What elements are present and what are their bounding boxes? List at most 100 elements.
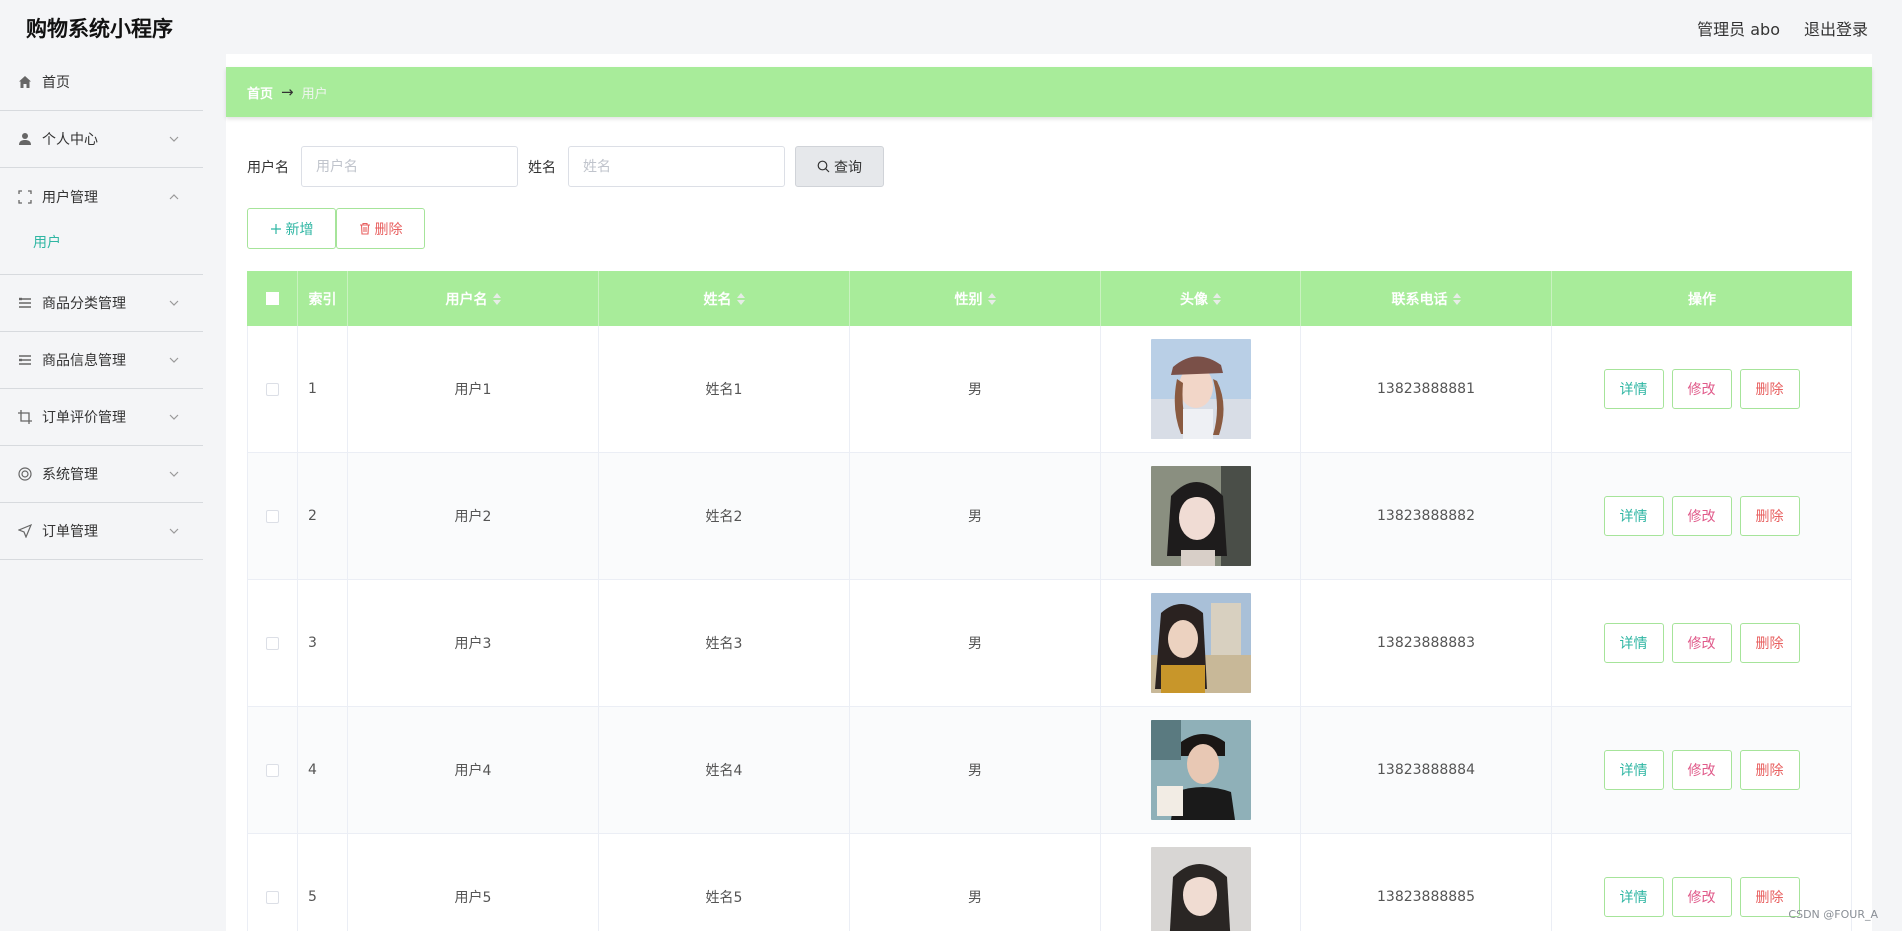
sort-icon[interactable] [492,292,501,305]
user-icon [17,131,33,147]
username-cell: 用户4 [348,707,599,833]
sidebar: 首页 个人中心 用户管理 用户 商品分类管理 商品信息管理 订单评价管理 系统管… [0,54,203,931]
sidebar-item-order-management[interactable]: 订单管理 [0,503,203,560]
breadcrumb-home-link[interactable]: 首页 [247,83,273,102]
row-checkbox[interactable] [266,636,279,650]
sidebar-item-product-management[interactable]: 商品信息管理 [0,332,203,389]
edit-button[interactable]: 修改 [1671,623,1732,663]
phone-cell: 13823888882 [1301,453,1552,579]
sidebar-item-label: 首页 [42,75,70,91]
sidebar-item-system-management[interactable]: 系统管理 [0,446,203,503]
sidebar-item-category-management[interactable]: 商品分类管理 [0,275,203,332]
delete-button[interactable]: 删除 [1739,496,1800,536]
column-header-avatar[interactable]: 头像 [1101,271,1301,326]
edit-button[interactable]: 修改 [1671,496,1732,536]
column-header-gender[interactable]: 性别 [850,271,1101,326]
row-select-cell [247,453,298,579]
detail-button[interactable]: 详情 [1603,623,1664,663]
sort-icon[interactable] [1213,292,1221,305]
avatar-cell [1101,834,1301,931]
sort-icon[interactable] [987,292,996,305]
row-checkbox[interactable] [266,763,279,777]
name-cell: 姓名1 [599,326,850,452]
sidebar-item-label: 商品分类管理 [42,296,126,312]
chevron-down-icon [169,136,179,142]
sidebar-item-label: 订单评价管理 [42,410,126,426]
detail-button[interactable]: 详情 [1603,877,1664,917]
query-button[interactable]: 查询 [795,146,884,187]
list-icon [17,295,33,311]
logout-link[interactable]: 退出登录 [1804,16,1868,40]
main-content: 首页 → 用户 用户名 姓名 查询 新增 删除 索引 用户名 姓名 性别 头像 [226,54,1872,931]
column-header-name[interactable]: 姓名 [599,271,850,326]
edit-button[interactable]: 修改 [1671,877,1732,917]
detail-button[interactable]: 详情 [1603,369,1664,409]
gender-cell: 男 [850,707,1101,833]
edit-button[interactable]: 修改 [1671,369,1732,409]
chevron-down-icon [169,300,179,306]
users-table: 索引 用户名 姓名 性别 头像 联系电话 操作 1 用户1 姓名1 男 1382… [247,271,1852,931]
row-select-cell [247,834,298,931]
delete-button-label: 删除 [374,221,403,238]
row-checkbox[interactable] [266,890,279,904]
detail-button[interactable]: 详情 [1603,496,1664,536]
breadcrumb: 首页 → 用户 [226,67,1872,117]
table-row: 1 用户1 姓名1 男 13823888881 详情 修改 删除 [247,326,1852,453]
column-header-label: 性别 [954,291,983,308]
delete-button[interactable]: 删除 [1739,369,1800,409]
username-cell: 用户5 [348,834,599,931]
index-cell: 3 [298,580,348,706]
column-header-username[interactable]: 用户名 [348,271,599,326]
avatar [1150,466,1251,566]
sidebar-item-label: 系统管理 [42,467,98,483]
name-search-input[interactable] [568,146,785,187]
sidebar-item-user-management[interactable]: 用户管理 [0,168,203,225]
sidebar-subitem-users[interactable]: 用户 [0,225,203,275]
sidebar-item-personal-center[interactable]: 个人中心 [0,111,203,168]
sort-icon[interactable] [1452,292,1461,305]
gender-cell: 男 [850,834,1101,931]
avatar-cell [1101,580,1301,706]
add-button-label: 新增 [285,221,314,238]
admin-user-label[interactable]: 管理员 abo [1697,16,1780,40]
table-row: 2 用户2 姓名2 男 13823888882 详情 修改 删除 [247,453,1852,580]
breadcrumb-separator: → [281,83,294,101]
column-header-label: 联系电话 [1391,291,1448,308]
username-search-input[interactable] [301,146,518,187]
phone-cell: 13823888885 [1301,834,1552,931]
table-header: 索引 用户名 姓名 性别 头像 联系电话 操作 [247,271,1852,326]
select-all-checkbox[interactable] [265,292,279,305]
actions-cell: 详情 修改 删除 [1552,707,1852,833]
column-header-phone[interactable]: 联系电话 [1301,271,1552,326]
delete-button[interactable]: 删除 [1739,750,1800,790]
name-cell: 姓名2 [599,453,850,579]
gender-cell: 男 [850,580,1101,706]
phone-cell: 13823888883 [1301,580,1552,706]
avatar [1150,720,1251,820]
name-cell: 姓名5 [599,834,850,931]
edit-button[interactable]: 修改 [1671,750,1732,790]
table-row: 4 用户4 姓名4 男 13823888884 详情 修改 删除 [247,707,1852,834]
row-select-cell [247,326,298,452]
table-row: 5 用户5 姓名5 男 13823888885 详情 修改 删除 [247,834,1852,931]
column-header-label: 操作 [1688,291,1716,308]
detail-button[interactable]: 详情 [1603,750,1664,790]
username-label: 用户名 [247,159,289,176]
sidebar-item-review-management[interactable]: 订单评价管理 [0,389,203,446]
crop-icon [17,409,33,425]
sort-icon[interactable] [736,292,745,305]
index-cell: 2 [298,453,348,579]
query-button-label: 查询 [834,159,862,176]
index-cell: 4 [298,707,348,833]
sidebar-item-label: 用户管理 [42,189,98,206]
avatar-cell [1101,707,1301,833]
action-toolbar: 新增 删除 [247,208,425,249]
chevron-down-icon [169,414,179,420]
sidebar-item-home[interactable]: 首页 [0,54,203,111]
row-checkbox[interactable] [266,509,279,523]
delete-button[interactable]: 删除 [1739,623,1800,663]
chevron-down-icon [169,528,179,534]
batch-delete-button[interactable]: 删除 [336,208,425,249]
row-checkbox[interactable] [266,382,279,396]
add-button[interactable]: 新增 [247,208,336,249]
